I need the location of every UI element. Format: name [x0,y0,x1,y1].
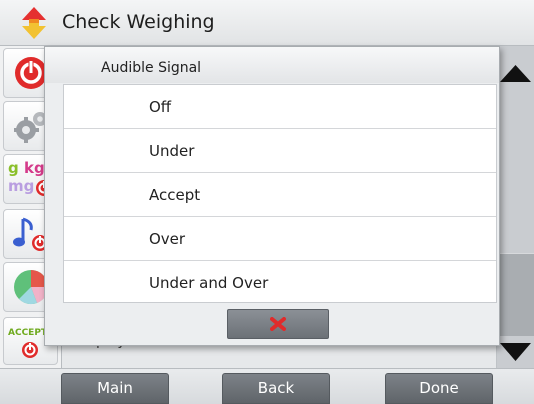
option-list: Off Under Accept Over Under and Over [63,84,497,303]
svg-text:mg: mg [8,177,34,195]
page-title: Check Weighing [62,11,215,33]
svg-text:g: g [8,159,19,177]
option-label: Under [149,142,195,160]
option-accept[interactable]: Accept [64,173,496,217]
title-bar: Check Weighing [0,0,534,46]
main-button[interactable]: Main [61,373,169,404]
option-label: Accept [149,186,201,204]
option-over[interactable]: Over [64,217,496,261]
scroll-down-icon[interactable] [497,340,534,364]
option-off[interactable]: Off [64,85,496,129]
option-under-and-over[interactable]: Under and Over [64,261,496,305]
option-label: Over [149,230,186,248]
svg-text:kg: kg [24,159,45,177]
option-label: Under and Over [149,274,269,292]
close-icon [270,317,286,331]
dialog-title: Audible Signal [101,60,202,76]
svg-text:ACCEPT: ACCEPT [8,328,48,338]
option-label: Off [149,98,172,116]
scrollbar-thumb[interactable] [497,253,534,336]
scroll-up-icon[interactable] [497,62,534,84]
bottom-bar: Main Back Done [0,368,534,404]
dialog-header: Audible Signal [45,47,499,83]
back-button[interactable]: Back [222,373,330,404]
audible-signal-dialog: Audible Signal Off Under Accept Over Und… [44,46,500,346]
up-down-arrows-icon [22,7,46,39]
done-button[interactable]: Done [385,373,493,404]
cancel-button[interactable] [227,309,329,339]
option-under[interactable]: Under [64,129,496,173]
